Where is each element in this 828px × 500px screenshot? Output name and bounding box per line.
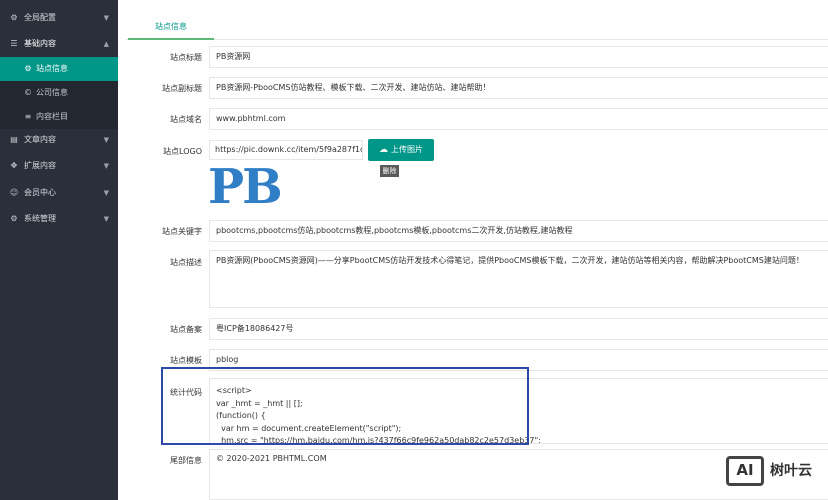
site-description-textarea[interactable]: PB资源网(PbooCMS资源网)——分享PbootCMS仿站开发技术心得笔记，…	[209, 250, 828, 308]
nav-article-content[interactable]: ▤ 文章内容 ▼	[0, 127, 118, 153]
cloud-upload-icon: ☁	[379, 145, 388, 155]
nav-basic-content[interactable]: ☰ 基础内容 ▲	[0, 31, 118, 57]
site-subtitle-input[interactable]: PB资源网-PbooCMS仿站教程、模板下载、二次开发、建站仿站、建站帮助！	[209, 77, 828, 99]
main-content: 站点信息 站点标题 PB资源网 站点副标题 PB资源网-PbooCMS仿站教程、…	[118, 0, 828, 500]
label-site-title: 站点标题	[170, 53, 202, 62]
folder-icon: ▤	[10, 135, 18, 144]
label-site-domain: 站点域名	[170, 115, 202, 124]
chevron-down-icon: ▼	[103, 215, 109, 223]
delete-logo-button[interactable]: 删除	[380, 165, 399, 177]
label-site-logo: 站点LOGO	[163, 147, 202, 156]
upload-image-button[interactable]: ☁ 上传图片	[368, 139, 434, 161]
nav-label: 文章内容	[24, 135, 56, 144]
basic-content-submenu: ⚙ 站点信息 © 公司信息 ≡ 内容栏目	[0, 57, 118, 129]
nav-label: 基础内容	[24, 39, 56, 48]
site-icp-input[interactable]: 粤ICP备18086427号	[209, 318, 828, 340]
watermark-logo: AI 树叶云	[726, 452, 822, 490]
tab-bar: 站点信息	[126, 16, 828, 40]
nav-system-management[interactable]: ⚙ 系统管理 ▼	[0, 206, 118, 232]
chevron-up-icon: ▲	[103, 40, 109, 48]
label-stats-code: 统计代码	[170, 388, 202, 397]
label-site-subtitle: 站点副标题	[162, 84, 202, 93]
label-site-description: 站点描述	[170, 258, 202, 267]
logo-preview: PB	[208, 159, 283, 215]
sub-label: 内容栏目	[36, 112, 68, 121]
label-site-keywords: 站点关键字	[162, 227, 202, 236]
nav-global-config[interactable]: ⚙ 全局配置 ▼	[0, 5, 118, 31]
chevron-down-icon: ▼	[103, 136, 109, 144]
watermark-text: 树叶云	[770, 463, 812, 479]
list-icon: ☰	[10, 39, 18, 48]
nav-extended-content[interactable]: ✥ 扩展内容 ▼	[0, 153, 118, 179]
sidebar-item-content-columns[interactable]: ≡ 内容栏目	[0, 105, 118, 129]
label-site-template: 站点模板	[170, 356, 202, 365]
site-keywords-input[interactable]: pbootcms,pbootcms仿站,pbootcms教程,pbootcms模…	[209, 220, 828, 242]
nav-label: 会员中心	[24, 188, 56, 197]
gear-icon: ⚙	[10, 13, 18, 22]
nav-label: 系统管理	[24, 214, 56, 223]
sub-label: 公司信息	[36, 88, 68, 97]
sidebar-item-site-info[interactable]: ⚙ 站点信息	[0, 57, 118, 81]
nav-label: 全局配置	[24, 13, 56, 22]
expand-icon: ✥	[10, 161, 18, 170]
stats-code-textarea[interactable]: <script> var _hmt = _hmt || []; (functio…	[209, 378, 828, 444]
watermark-ai-box: AI	[726, 456, 764, 486]
upload-label: 上传图片	[391, 145, 423, 154]
site-domain-input[interactable]: www.pbhtml.com	[209, 108, 828, 130]
site-template-input[interactable]: pblog	[209, 349, 828, 371]
user-icon: ☺	[9, 188, 19, 197]
chevron-down-icon: ▼	[103, 189, 109, 197]
sub-label: 站点信息	[36, 64, 68, 73]
sidebar: ⚙ 全局配置 ▼ ☰ 基础内容 ▲ ⚙ 站点信息 © 公司信息 ≡ 内容栏目 ▤…	[0, 0, 118, 500]
nav-label: 扩展内容	[24, 161, 56, 170]
list-icon: ≡	[24, 112, 32, 121]
tab-site-info[interactable]: 站点信息	[128, 16, 214, 40]
site-title-input[interactable]: PB资源网	[209, 46, 828, 68]
gear-icon: ⚙	[24, 64, 32, 73]
label-footer-info: 尾部信息	[170, 456, 202, 465]
chevron-down-icon: ▼	[103, 162, 109, 170]
label-site-icp: 站点备案	[170, 325, 202, 334]
sidebar-item-company-info[interactable]: © 公司信息	[0, 81, 118, 105]
chevron-down-icon: ▼	[103, 14, 109, 22]
copyright-icon: ©	[24, 88, 32, 97]
logo-url-input[interactable]: https://pic.downk.cc/item/5f9a287f1cd1b	[209, 140, 363, 160]
settings-icon: ⚙	[10, 214, 18, 223]
nav-member-center[interactable]: ☺ 会员中心 ▼	[0, 180, 118, 206]
